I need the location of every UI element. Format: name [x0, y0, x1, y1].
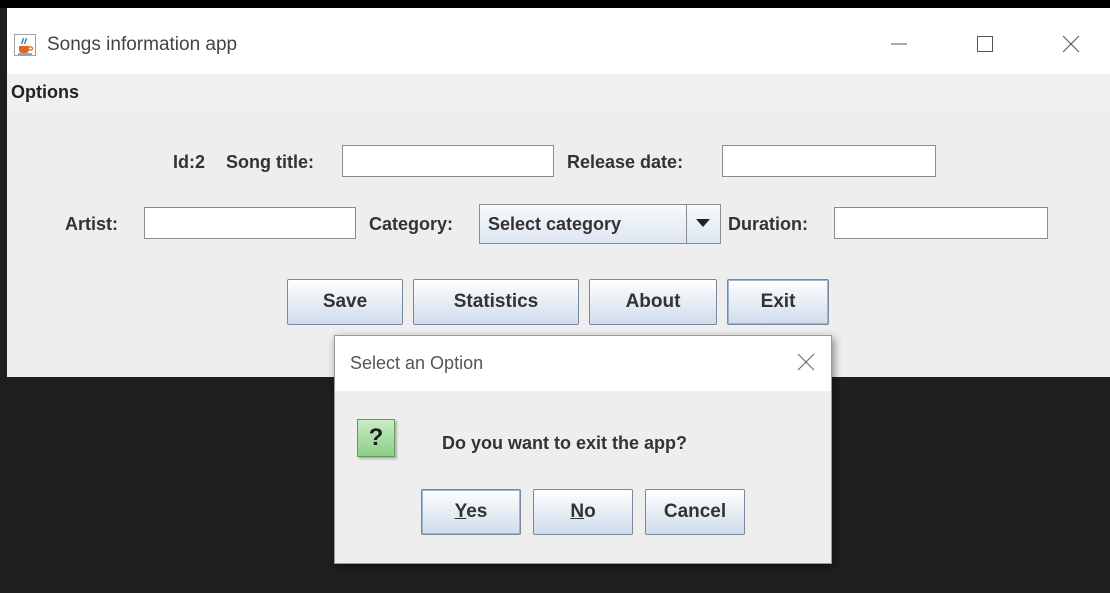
yes-mnemonic: Y: [454, 501, 467, 522]
minimize-icon: [891, 43, 907, 45]
minimize-button[interactable]: [869, 22, 929, 66]
confirm-dialog: Select an Option ? Do you want to exit t…: [334, 335, 832, 564]
menu-options[interactable]: Options: [11, 82, 79, 103]
exit-button[interactable]: Exit: [727, 279, 829, 325]
dialog-message: Do you want to exit the app?: [442, 433, 688, 453]
question-icon: ?: [357, 419, 395, 457]
dropdown-arrow-button[interactable]: [686, 205, 720, 243]
song-title-input[interactable]: [342, 145, 554, 177]
java-coffee-icon: [14, 34, 36, 56]
statistics-button[interactable]: Statistics: [413, 279, 579, 325]
close-button[interactable]: [1041, 22, 1101, 66]
song-title-label: Song title:: [226, 152, 314, 172]
title-bar: Songs information app: [7, 8, 1110, 74]
no-button[interactable]: No: [533, 489, 633, 535]
yes-label-rest: es: [466, 501, 488, 522]
maximize-button[interactable]: [955, 22, 1015, 66]
close-icon: [797, 353, 815, 371]
dialog-title-bar: Select an Option: [335, 336, 831, 391]
close-icon: [1062, 35, 1080, 53]
about-button[interactable]: About: [589, 279, 717, 325]
window-title: Songs information app: [47, 34, 238, 55]
triangle-down-icon: [696, 219, 710, 227]
dialog-close-button[interactable]: [797, 353, 815, 376]
top-strip: [0, 0, 1110, 8]
category-dropdown[interactable]: Select category: [479, 204, 721, 244]
maximize-icon: [977, 36, 993, 52]
no-mnemonic: N: [570, 501, 585, 522]
yes-button[interactable]: Yes: [421, 489, 521, 535]
artist-input[interactable]: [144, 207, 356, 239]
save-button[interactable]: Save: [287, 279, 403, 325]
menu-bar: Options: [7, 74, 1110, 113]
category-label: Category:: [369, 214, 454, 234]
duration-label: Duration:: [728, 214, 808, 234]
no-label-rest: o: [584, 501, 596, 522]
dialog-title: Select an Option: [350, 353, 484, 373]
release-date-label: Release date:: [567, 152, 684, 172]
duration-input[interactable]: [834, 207, 1048, 239]
release-date-input[interactable]: [722, 145, 936, 177]
artist-label: Artist:: [65, 214, 118, 234]
cancel-button[interactable]: Cancel: [645, 489, 745, 535]
category-selected: Select category: [488, 214, 622, 234]
id-label: Id:2: [173, 152, 206, 172]
